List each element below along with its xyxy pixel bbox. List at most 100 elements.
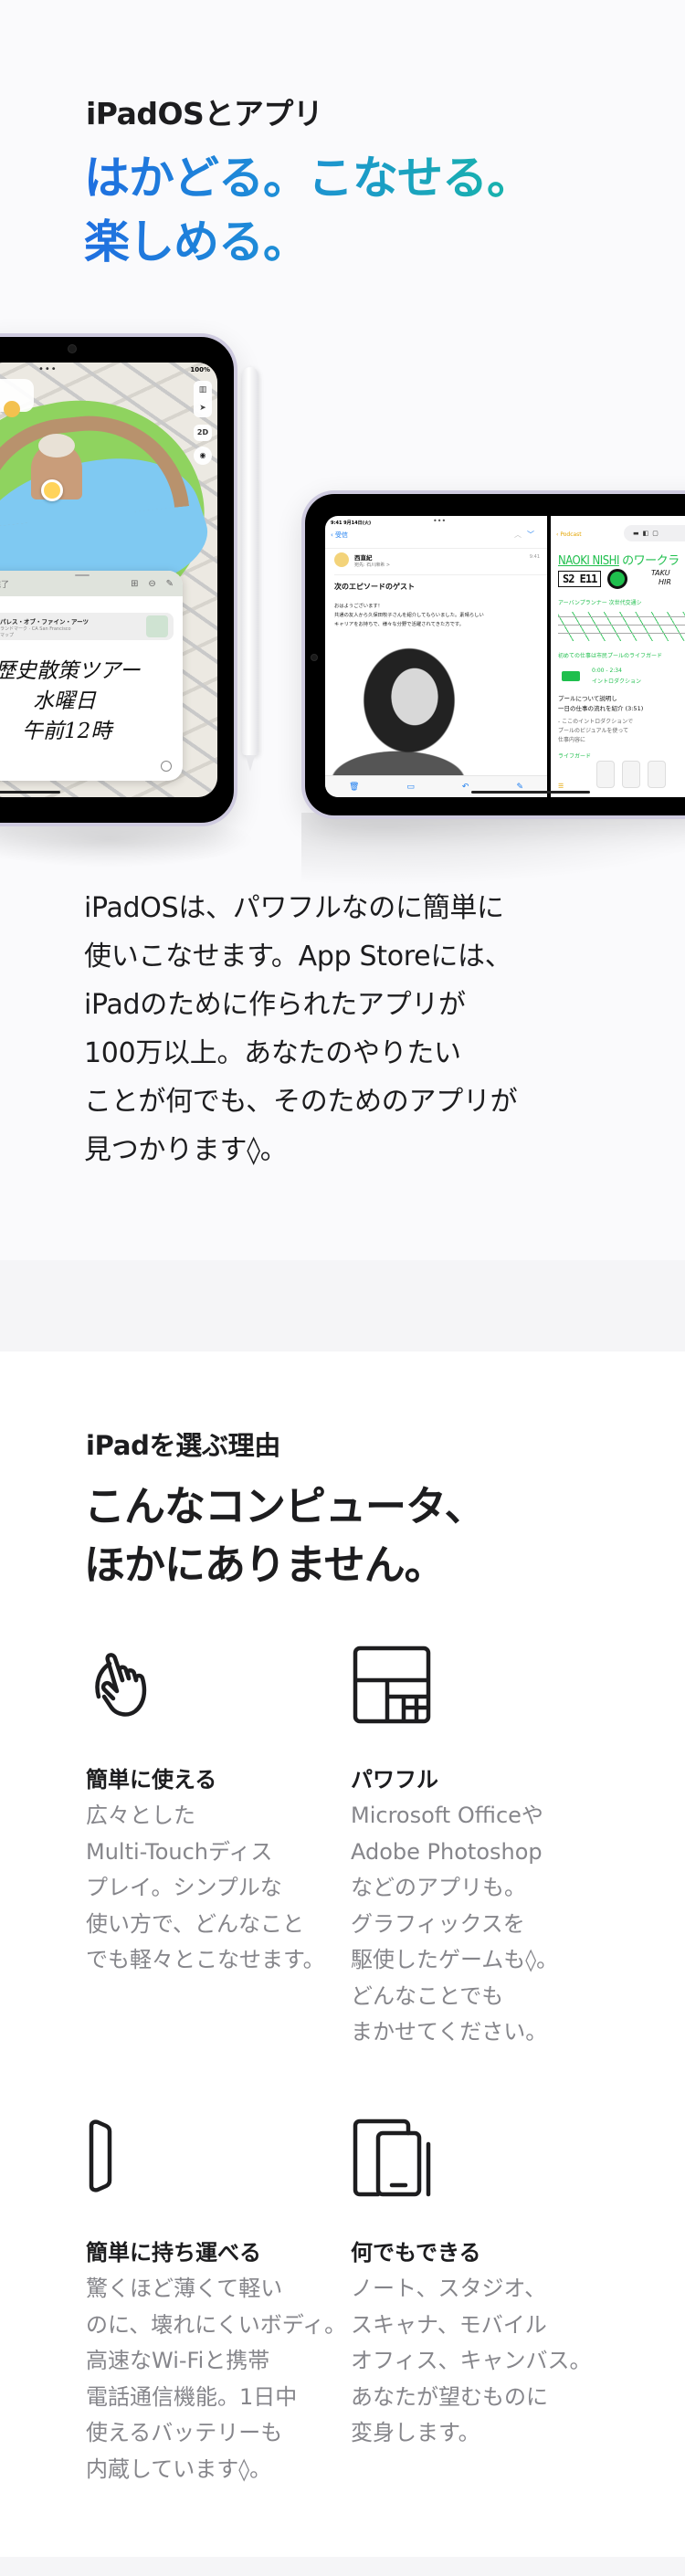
- status-time: 9:41 9月14日(火): [331, 520, 372, 526]
- back-label: 受信: [335, 531, 349, 539]
- sender-avatar: [334, 552, 349, 567]
- description-line: グラフィックスを: [351, 1910, 525, 1937]
- maps-screen: ••• 100% ▥ ➤ 2D ◉ 完了 ⊞ ⊖ ✎: [0, 363, 217, 797]
- map-icon: ▥: [198, 385, 207, 394]
- mail-back-button: ‹ 受信: [331, 531, 348, 540]
- quick-note-card: 完了 ⊞ ⊖ ✎ パレス・オブ・ファイン・アーツ ランドマーク · CA San…: [0, 571, 183, 781]
- note-thumbnail: [622, 761, 640, 788]
- guest-name: TAKU HIR: [651, 569, 671, 587]
- description-line: どんなことでも: [351, 1982, 504, 2009]
- map-landmark-pin: [41, 479, 63, 501]
- description-line: スキャナ、モバイル: [351, 2311, 547, 2338]
- front-camera: [68, 344, 77, 353]
- section-separator: [0, 2557, 685, 2576]
- headline-line: こんなコンピュータ、: [84, 1482, 486, 1530]
- body-line: 使いこなせます。App Storeには、: [84, 941, 512, 973]
- compass-icon: ◉: [194, 447, 212, 465]
- location-arrow-icon: ➤: [199, 404, 206, 413]
- notes-line: ライフガード: [558, 753, 592, 760]
- handwritten-note: 歴史散策ツアー 水曜日 午前12時: [0, 657, 183, 747]
- feature-versatile: 何でもできる ノート、スタジオ、 スキャナ、モバイル オフィス、キャンバス。 あ…: [351, 2117, 616, 2452]
- section-body: iPadOSは、パワフルなのに簡単に 使いこなせます。App Storeには、 …: [84, 884, 623, 1174]
- feature-title: 簡単に持ち運べる: [86, 2240, 261, 2266]
- link-title: パレス・オブ・ファイン・アーツ: [0, 618, 89, 626]
- play-icon: [562, 671, 580, 681]
- markup-icon: [161, 761, 172, 772]
- mail-body: おはようございます！ 共通の友人から久保田牧子さんを紹介してもらいました。素晴ら…: [334, 602, 540, 629]
- multitasking-menu: ▬◧▢: [624, 525, 685, 541]
- more-icon: ⊖: [148, 578, 156, 589]
- notes-line: プールのビジュアルを使って: [558, 728, 629, 734]
- sender-name: 西直紀: [354, 554, 373, 562]
- description-line: Adobe Photoshop: [351, 1838, 543, 1865]
- handwriting-line: 午前12時: [22, 720, 112, 743]
- mail-body-line: キャリアをお持ちで、様々な分野で活躍されてきた方です。: [334, 622, 464, 627]
- feature-powerful: パワフル Microsoft Officeや Adobe Photoshop な…: [351, 1644, 616, 2051]
- mail-time: 9:41: [529, 554, 540, 560]
- description-line: 電話通信機能。1日中: [86, 2383, 298, 2410]
- device-shadow: [301, 813, 685, 886]
- hero-image-ipads: ••• 100% ▥ ➤ 2D ◉ 完了 ⊞ ⊖ ✎: [0, 320, 685, 886]
- hand-tap-icon: [95, 1653, 147, 1717]
- map-thumbnail: [146, 615, 168, 637]
- thin-ipad-side-icon: [89, 2119, 112, 2192]
- feature-title: パワフル: [351, 1767, 438, 1793]
- map-2d-toggle: 2D: [194, 425, 212, 441]
- section-eyebrow: iPadを選ぶ理由: [86, 1430, 281, 1461]
- description-line: 変身します。: [351, 2420, 480, 2445]
- ipad-and-pencil-icon: [353, 2119, 431, 2197]
- grid-icon: ⊞: [131, 578, 139, 589]
- why-ipad-section: iPadを選ぶ理由 こんなコンピュータ、 ほかにありません。 簡単に使える 広々…: [0, 1351, 685, 2557]
- notes-back-button: ‹ Podcast: [556, 531, 582, 538]
- section-separator: [0, 1260, 685, 1351]
- body-line: iPadのために作られたアプリが: [84, 989, 466, 1021]
- section-headline: はかどる。こなせる。 楽しめる。: [84, 146, 532, 274]
- split-windows-icon: [353, 1645, 431, 1724]
- headline-line: ほかにありません。: [84, 1540, 446, 1589]
- folder-icon: ▭: [406, 782, 415, 792]
- ipad-mini-landscape: 9:41 9月14日(火) ••• ‹ 受信 ︿﹀ 西直紀 宛先: 石川麻希 >…: [301, 490, 685, 819]
- notes-line: アーバンプランナー 次世代交通シ: [558, 600, 642, 606]
- status-bar: 100%: [190, 366, 210, 373]
- notes-line: プールについて説明し: [558, 695, 617, 702]
- body-line: 100万以上。あなたのやりたい: [84, 1037, 461, 1069]
- link-source: マップ: [0, 633, 15, 638]
- description-line: 高速なWi-Fiと携帯: [86, 2348, 270, 2373]
- chevron-up-icon: ︿: [514, 531, 527, 539]
- reply-icon: ↶: [461, 782, 469, 792]
- notes-line: 初めての仕事は市民プールのライフガード: [558, 653, 663, 659]
- notes-title-rest: のワークラ: [622, 554, 680, 568]
- feature-title: 何でもできる: [351, 2240, 481, 2266]
- description-line: 使えるバッテリーも: [86, 2420, 283, 2445]
- feature-portable: 簡単に持ち運べる 驚くほど薄くて軽い のに、壊れにくいボディ。 高速なWi-Fi…: [86, 2117, 351, 2487]
- compose-icon: ✎: [516, 782, 523, 792]
- description-line: あなたが望むものに: [351, 2383, 548, 2410]
- map-search-card: [0, 379, 34, 417]
- body-line: 見つかります◊。: [84, 1134, 288, 1166]
- notes-title: NAOKI NISHI のワークラ: [558, 551, 680, 568]
- headline-line: はかどる。こなせる。: [84, 152, 532, 205]
- headline-line: 楽しめる。: [84, 216, 308, 268]
- feature-description: 広々とした Multi-Touchディス プレイ。シンプルな 使い方で、どんなこ…: [86, 1798, 351, 1979]
- description-line: のに、壊れにくいボディ。: [86, 2311, 347, 2338]
- divider: [334, 574, 547, 575]
- compose-icon: ✎: [165, 578, 174, 589]
- timecode-label: イントロダクション: [592, 678, 642, 685]
- guest-doodle: [607, 569, 627, 589]
- notes-line: - ここのイントロダクションで: [558, 719, 634, 725]
- description-line: オフィス、キャンバス。: [351, 2348, 592, 2373]
- home-indicator: [0, 791, 60, 794]
- section-headline: こんなコンピュータ、 ほかにありません。: [84, 1477, 486, 1594]
- ipad-mini-portrait: ••• 100% ▥ ➤ 2D ◉ 完了 ⊞ ⊖ ✎: [0, 333, 237, 826]
- description-line: 駆使したゲームも◊。: [351, 1947, 559, 1972]
- description-line: 使い方で、どんなこと: [86, 1910, 305, 1937]
- map-controls: ▥ ➤: [194, 381, 212, 417]
- description-line: 驚くほど薄くて軽い: [86, 2276, 283, 2301]
- grab-handle: [75, 574, 90, 576]
- multitasking-dots: •••: [38, 364, 58, 374]
- mail-subject: 次のエピソードのゲスト: [334, 583, 415, 591]
- recipient: 宛先: 石川麻希 >: [354, 563, 391, 568]
- chevron-down-icon: ﹀: [527, 531, 540, 539]
- list-icon: ☰: [558, 783, 564, 790]
- note-toolbar: 完了 ⊞ ⊖ ✎: [0, 571, 183, 596]
